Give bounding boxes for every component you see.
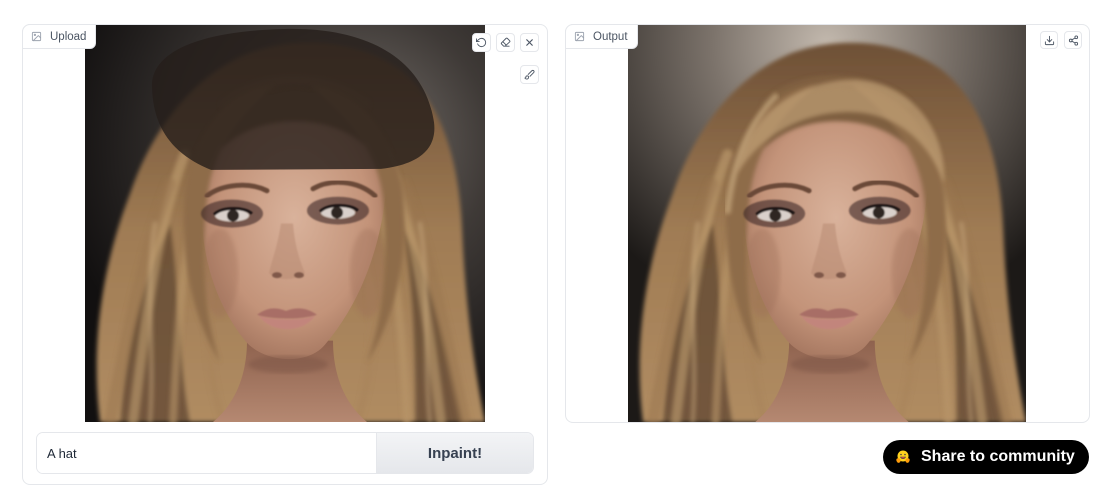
share-to-community-label: Share to community (921, 448, 1075, 465)
undo-button[interactable] (472, 33, 491, 52)
output-image-art (628, 25, 1026, 422)
hugging-face-icon (895, 449, 911, 465)
share-to-community-button[interactable]: Share to community (883, 440, 1089, 474)
output-image (628, 25, 1026, 422)
undo-icon (476, 37, 487, 48)
inpaint-button[interactable]: Inpaint! (376, 433, 533, 473)
prompt-input[interactable] (37, 433, 376, 473)
sketch-canvas[interactable] (85, 25, 485, 422)
clear-button[interactable] (520, 33, 539, 52)
download-icon (1044, 35, 1055, 46)
brush-icon (524, 69, 535, 80)
eraser-icon (500, 37, 511, 48)
output-label-text: Output (593, 30, 628, 43)
download-button[interactable] (1040, 31, 1058, 49)
close-icon (524, 37, 535, 48)
image-icon (31, 31, 42, 42)
brush-button[interactable] (520, 65, 539, 84)
upload-label-text: Upload (50, 30, 87, 43)
upload-label: Upload (22, 24, 96, 49)
share-icon (1068, 34, 1079, 46)
output-label: Output (565, 24, 638, 49)
upload-panel: Upload Inpaint! (22, 24, 548, 485)
image-icon (574, 31, 585, 42)
prompt-row: Inpaint! (36, 432, 534, 474)
output-panel: Output (565, 24, 1090, 423)
eraser-button[interactable] (496, 33, 515, 52)
input-image (85, 25, 485, 422)
share-image-button[interactable] (1064, 31, 1082, 49)
